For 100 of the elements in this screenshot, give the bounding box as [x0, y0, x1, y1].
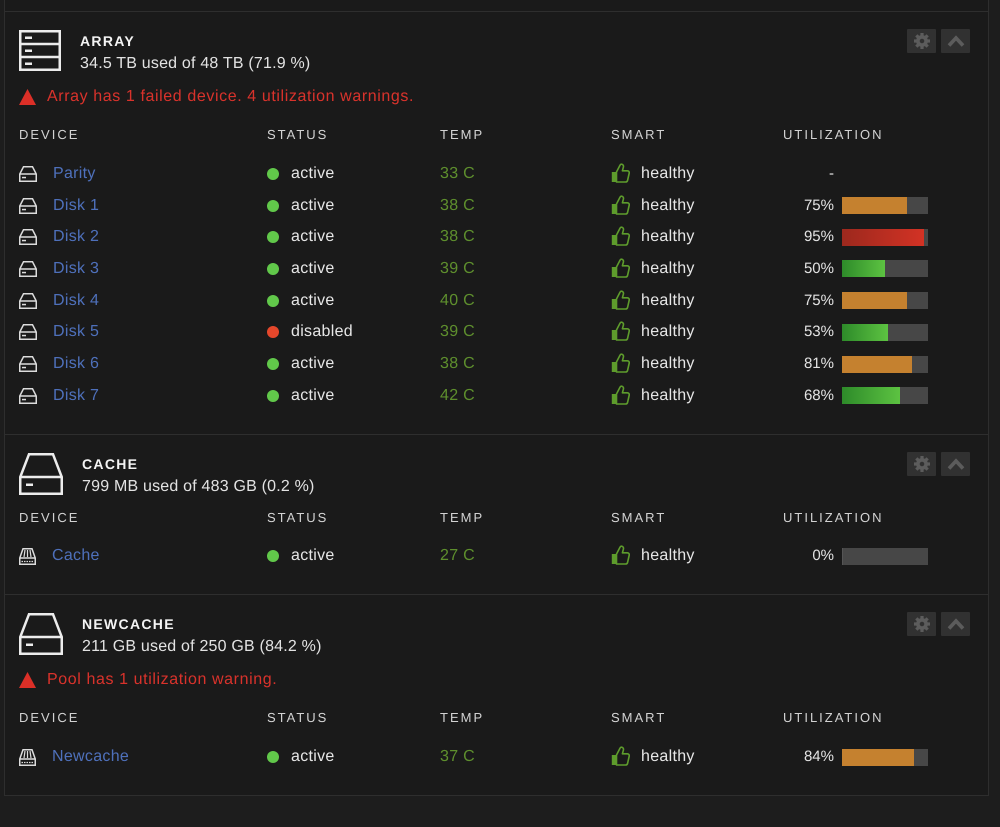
device-link[interactable]: Disk 7	[53, 386, 100, 406]
utilization-percent: 84%	[802, 747, 834, 768]
status-text: active	[291, 386, 335, 406]
hard-drive-icon	[19, 292, 37, 309]
chevron-up-icon	[946, 35, 964, 47]
settings-button[interactable]	[907, 29, 936, 53]
device-link[interactable]: Cache	[52, 546, 100, 566]
smart-status-text: healthy	[641, 747, 695, 768]
smart-status-text: healthy	[641, 546, 695, 566]
column-header: UTILIZATION	[783, 508, 884, 527]
status-text: active	[291, 258, 335, 279]
utilization-percent: 68%	[802, 386, 834, 406]
column-header: STATUS	[267, 126, 328, 144]
settings-button[interactable]	[907, 612, 936, 636]
smart-status-text: healthy	[641, 354, 695, 374]
ssd-icon	[19, 548, 36, 565]
utilization-percent: 75%	[802, 290, 834, 311]
usage-summary: 211 GB used of 250 GB (84.2 %)	[82, 637, 322, 658]
hard-drive-icon	[19, 260, 37, 277]
column-header: UTILIZATION	[783, 709, 884, 728]
status-text: active	[291, 546, 335, 566]
section-title: CACHE	[82, 454, 138, 474]
hard-drive-icon	[19, 356, 37, 372]
device-link[interactable]: Disk 2	[53, 227, 100, 248]
ssd-icon	[19, 748, 36, 766]
device-link[interactable]: Newcache	[52, 747, 130, 768]
status-text: active	[291, 164, 335, 184]
warning-message: Pool has 1 utilization warning.	[47, 670, 278, 690]
hard-drive-icon	[19, 324, 37, 340]
smart-status-text: healthy	[641, 322, 695, 342]
smart-status-text: healthy	[641, 386, 695, 406]
hard-drive-icon	[19, 613, 63, 656]
device-link[interactable]: Disk 3	[53, 258, 100, 279]
chevron-up-icon	[946, 458, 964, 470]
utilization-percent: 0%	[811, 546, 834, 566]
smart-status-text: healthy	[641, 196, 695, 216]
warning-message: Array has 1 failed device. 4 utilization warnings.	[47, 87, 414, 107]
utilization-percent: 53%	[802, 322, 834, 342]
smart-status-text: healthy	[641, 227, 695, 248]
usage-summary: 799 MB used of 483 GB (0.2 %)	[82, 476, 315, 497]
column-header: SMART	[611, 709, 666, 728]
device-link[interactable]: Disk 6	[53, 354, 100, 374]
section-title: NEWCACHE	[82, 615, 175, 634]
collapse-button[interactable]	[941, 612, 970, 636]
status-text: disabled	[291, 322, 354, 342]
settings-icon	[914, 33, 930, 49]
temperature-text: 33 C	[440, 164, 475, 184]
column-header: TEMP	[440, 126, 484, 144]
device-link[interactable]: Disk 1	[53, 196, 100, 216]
device-link[interactable]: Disk 5	[53, 322, 100, 342]
column-header: TEMP	[440, 709, 484, 728]
server-rack-icon	[19, 30, 61, 71]
temperature-text: 39 C	[440, 322, 475, 342]
utilization-percent: -	[828, 164, 834, 184]
collapse-button[interactable]	[941, 29, 970, 53]
temperature-text: 38 C	[440, 196, 475, 216]
thumbs-up-icon	[611, 290, 630, 310]
column-header: DEVICE	[19, 709, 80, 728]
status-text: active	[291, 227, 335, 248]
settings-icon	[914, 456, 930, 472]
chevron-up-icon	[946, 618, 964, 630]
status-text: active	[291, 747, 335, 768]
hard-drive-icon	[19, 452, 63, 495]
status-text: active	[291, 354, 335, 374]
thumbs-up-icon	[611, 545, 630, 566]
thumbs-up-icon	[611, 162, 630, 183]
temperature-text: 38 C	[440, 354, 475, 374]
column-header: SMART	[611, 508, 666, 527]
thumbs-up-icon	[611, 746, 630, 766]
temperature-text: 40 C	[440, 290, 475, 311]
hard-drive-icon	[19, 388, 37, 404]
device-link[interactable]: Disk 4	[53, 290, 100, 311]
hard-drive-icon	[19, 229, 37, 246]
thumbs-up-icon	[611, 321, 630, 342]
thumbs-up-icon	[611, 258, 630, 278]
thumbs-up-icon	[611, 194, 630, 215]
status-text: active	[291, 196, 335, 216]
column-header: DEVICE	[19, 508, 80, 527]
hard-drive-icon	[19, 166, 37, 182]
temperature-text: 38 C	[440, 227, 475, 248]
temperature-text: 37 C	[440, 747, 475, 768]
smart-status-text: healthy	[641, 258, 695, 279]
temperature-text: 42 C	[440, 386, 475, 406]
hard-drive-icon	[19, 198, 37, 214]
column-header: STATUS	[267, 508, 328, 527]
smart-status-text: healthy	[641, 290, 695, 311]
status-text: active	[291, 290, 335, 311]
smart-status-text: healthy	[641, 164, 695, 184]
thumbs-up-icon	[611, 226, 630, 246]
column-header: TEMP	[440, 508, 484, 527]
collapse-button[interactable]	[941, 452, 970, 476]
section-title: ARRAY	[80, 32, 135, 51]
column-header: UTILIZATION	[783, 126, 884, 144]
utilization-percent: 75%	[802, 196, 834, 216]
settings-icon	[914, 616, 930, 632]
device-link[interactable]: Parity	[53, 164, 96, 184]
column-header: SMART	[611, 126, 666, 144]
settings-button[interactable]	[907, 452, 936, 476]
warning-icon	[19, 672, 36, 688]
thumbs-up-icon	[611, 353, 630, 374]
